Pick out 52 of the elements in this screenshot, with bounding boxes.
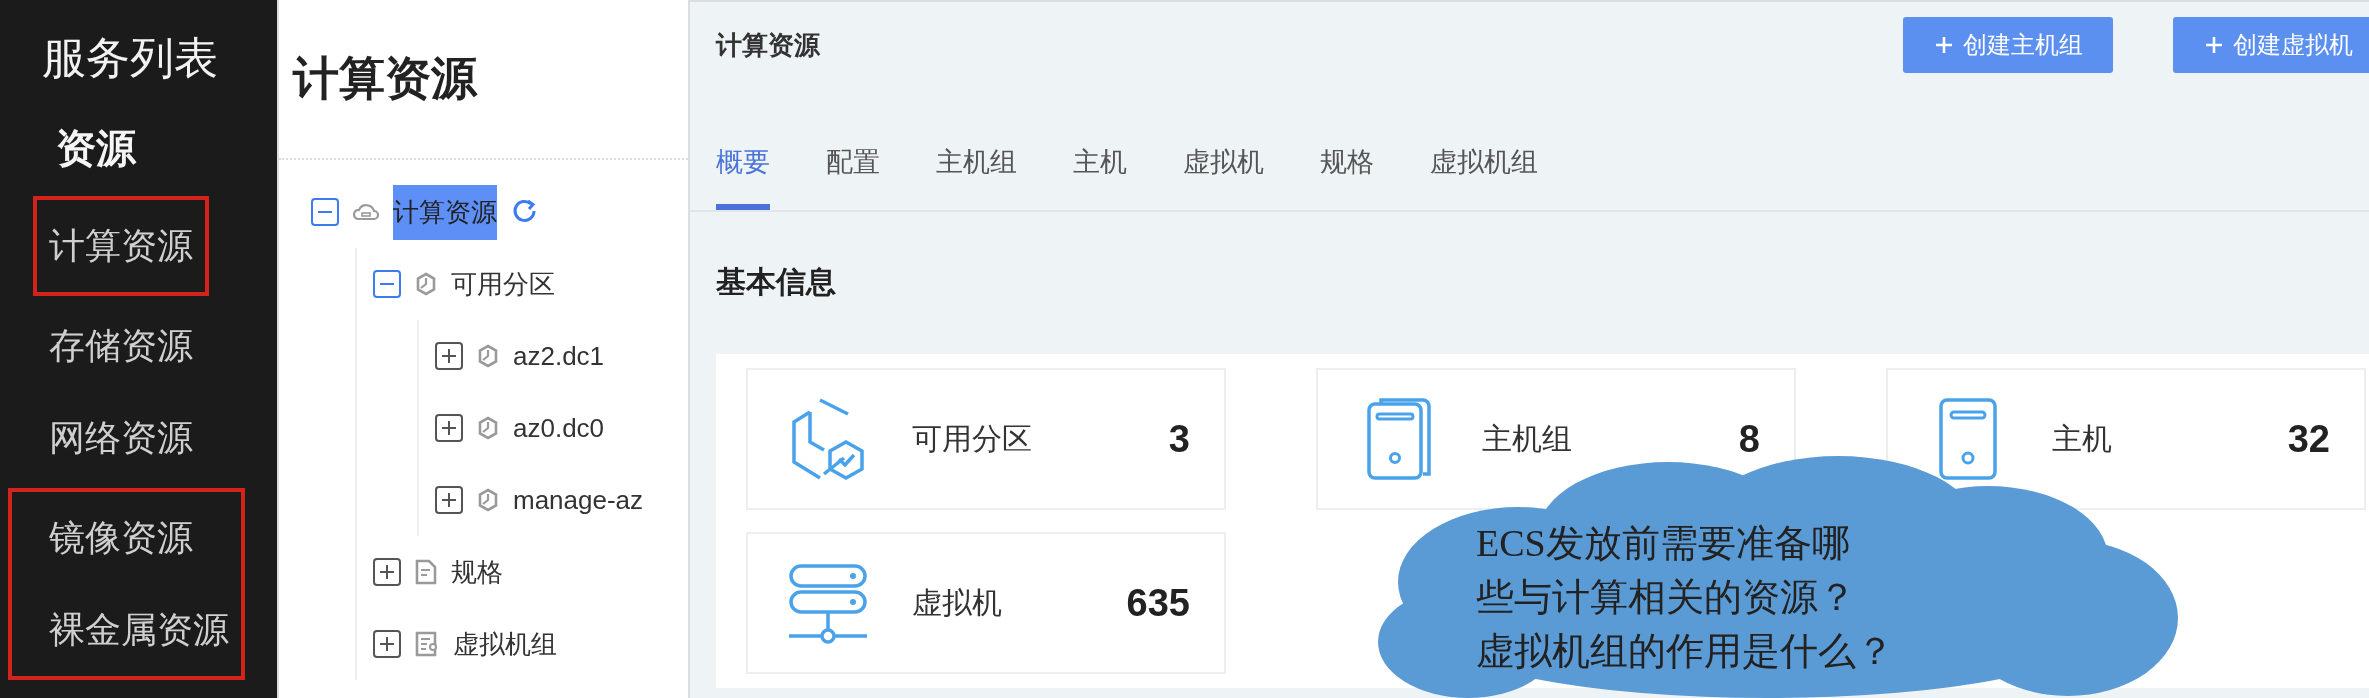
stat-label: 可用分区 xyxy=(912,420,1033,457)
stat-card[interactable]: 可用分区 3 xyxy=(746,368,1226,510)
tab[interactable]: 主机组 xyxy=(936,144,1017,210)
stat-card[interactable]: 主机 32 xyxy=(1886,368,2366,510)
collapse-toggle[interactable] xyxy=(311,198,339,226)
tree-node[interactable]: 计算资源 xyxy=(393,184,497,240)
tree-node[interactable]: az0.dc0 xyxy=(513,402,605,454)
panel-title: 计算资源 xyxy=(293,51,477,106)
stat-value: 32 xyxy=(2287,417,2330,461)
expand-toggle[interactable] xyxy=(373,558,401,586)
sidebar-item[interactable]: 网络资源 xyxy=(49,392,193,484)
tab[interactable]: 概要 xyxy=(716,144,770,210)
stat-card[interactable]: 虚拟机 635 xyxy=(746,532,1226,674)
stat-label: 虚拟机 xyxy=(912,584,1003,621)
stat-label: 主机 xyxy=(2052,420,2113,457)
tab[interactable]: 虚拟机 xyxy=(1183,144,1264,210)
hexagon-icon xyxy=(477,344,499,368)
expand-toggle[interactable] xyxy=(435,414,463,442)
tree-node[interactable]: manage-az xyxy=(513,474,644,526)
expand-toggle[interactable] xyxy=(435,486,463,514)
tree-node[interactable]: 虚拟机组 xyxy=(453,616,557,672)
plus-icon xyxy=(2203,34,2225,56)
stat-label: 主机组 xyxy=(1482,420,1573,457)
stat-value: 3 xyxy=(1168,417,1190,461)
plus-icon xyxy=(1933,34,1955,56)
tab[interactable]: 虚拟机组 xyxy=(1430,144,1538,210)
tab[interactable]: 规格 xyxy=(1320,144,1374,210)
sidebar-item[interactable]: 裸金属资源 xyxy=(49,584,229,676)
hexagon-icon xyxy=(477,416,499,440)
sidebar-item[interactable]: 计算资源 xyxy=(49,200,193,292)
tree-node[interactable]: 可用分区 xyxy=(451,256,555,312)
cloud-icon xyxy=(353,202,379,222)
sidebar-item[interactable]: 镜像资源 xyxy=(49,492,193,584)
expand-toggle[interactable] xyxy=(373,630,401,658)
callout-text: ECS发放前需要准备哪 些与计算相关的资源？ 虚拟机组的作用是什么？ xyxy=(1476,521,1894,674)
expand-toggle[interactable] xyxy=(435,342,463,370)
sidebar-item[interactable]: 存储资源 xyxy=(49,300,193,392)
tree-node[interactable]: 规格 xyxy=(451,544,503,600)
hexagon-icon xyxy=(477,488,499,512)
stat-value: 635 xyxy=(1126,581,1190,625)
tab[interactable]: 配置 xyxy=(826,144,880,210)
sidebar-section: 资源 xyxy=(56,100,136,196)
list-icon xyxy=(415,631,439,657)
tab[interactable]: 主机 xyxy=(1073,144,1127,210)
tree-node[interactable]: az2.dc1 xyxy=(513,330,605,382)
hexagon-icon xyxy=(415,272,437,296)
section-title: 基本信息 xyxy=(716,264,836,300)
stat-value: 8 xyxy=(1738,417,1760,461)
page-title: 计算资源 xyxy=(716,28,821,62)
collapse-toggle[interactable] xyxy=(373,270,401,298)
sidebar-title: 服务列表 xyxy=(42,32,218,84)
document-icon xyxy=(415,559,437,585)
